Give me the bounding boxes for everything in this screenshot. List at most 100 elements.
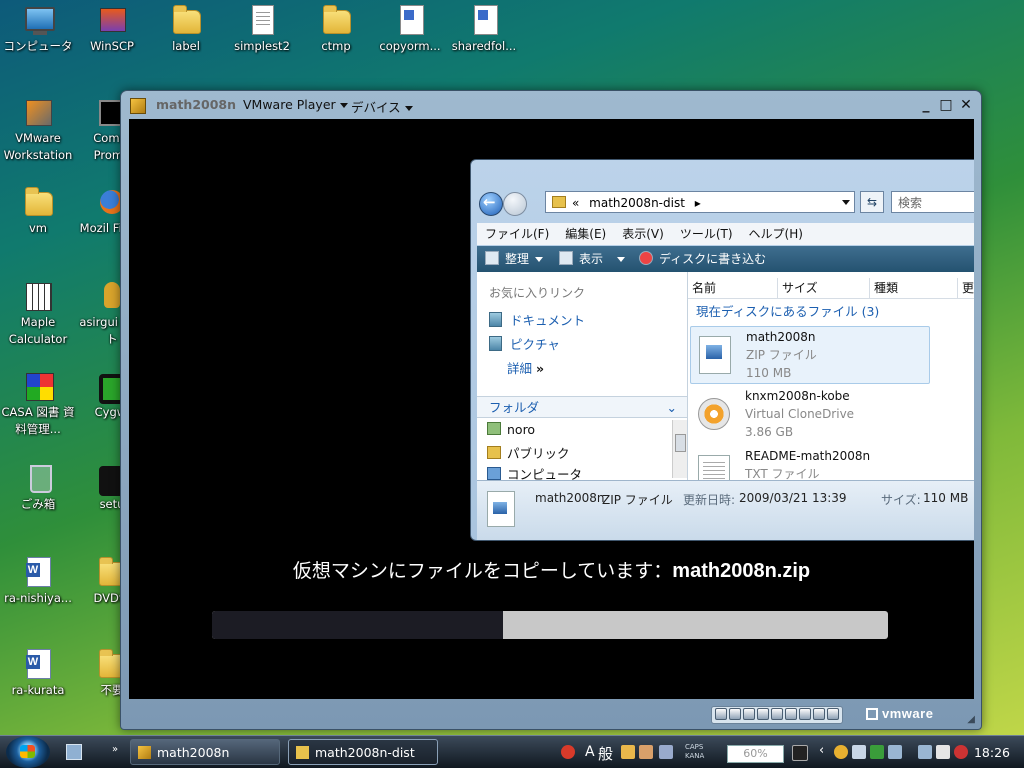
vmware-app-icon — [130, 98, 146, 114]
desktop-icon-ra-nishiya[interactable]: ra-nishiya... — [0, 556, 76, 607]
vmware-player-menu[interactable]: VMware Player — [243, 97, 348, 112]
menu-tools[interactable]: ツール(T) — [672, 223, 741, 245]
usb-icon[interactable] — [785, 708, 797, 720]
favorite-label: ピクチャ — [510, 337, 560, 352]
network-icon[interactable] — [918, 745, 932, 759]
floppy-icon[interactable] — [757, 708, 769, 720]
vm-screen[interactable]: « math2008n-dist ▸ ⇆ 検索 ファイル(F) 編集(E) 表示… — [129, 119, 974, 699]
display-icon[interactable] — [852, 745, 866, 759]
burn-disc-icon — [639, 251, 653, 265]
devices-menu[interactable]: デバイス — [351, 97, 413, 116]
desktop-icon-ctmp[interactable]: ctmp — [298, 4, 374, 55]
title-bar[interactable]: math2008n VMware Player デバイス _ □ ✕ — [121, 91, 981, 119]
device-icon[interactable] — [936, 745, 950, 759]
file-item[interactable]: knxm2008n-kobe Virtual CloneDrive 3.86 G… — [690, 386, 928, 442]
burn-button[interactable]: ディスクに書き込む — [639, 246, 766, 272]
desktop-icon-copyorm[interactable]: copyorm... — [372, 4, 448, 55]
help-icon[interactable] — [659, 745, 673, 759]
cd-icon[interactable] — [743, 708, 755, 720]
desktop-icon-computer[interactable]: コンピュータ — [0, 4, 76, 55]
zip-file-icon — [699, 336, 731, 374]
scrollbar[interactable] — [672, 420, 687, 478]
chevron-left-icon[interactable]: ‹ — [819, 743, 824, 758]
ime-kanji-mode[interactable]: 般 — [598, 743, 613, 764]
desktop-icon-casa[interactable]: CASA 図書 資料管理... — [0, 370, 76, 438]
quick-launch-overflow-icon[interactable]: » — [112, 744, 118, 755]
caps-label: CAPS — [685, 743, 704, 751]
views-button[interactable]: 表示 — [559, 246, 626, 272]
sound-icon[interactable] — [799, 708, 811, 720]
computer-icon — [22, 4, 55, 36]
column-modified[interactable]: 更新日時 — [958, 278, 974, 298]
back-button[interactable] — [479, 192, 503, 216]
network-icon[interactable] — [715, 708, 727, 720]
update-icon[interactable] — [870, 745, 884, 759]
desktop-icon-sharedfol[interactable]: sharedfol... — [446, 4, 522, 55]
desktop-icon-recycle-bin[interactable]: ごみ箱 — [0, 462, 76, 513]
chevron-down-icon — [617, 257, 626, 262]
search-input[interactable]: 検索 — [891, 191, 974, 213]
network-icon[interactable] — [729, 708, 741, 720]
power-plug-icon[interactable] — [792, 745, 808, 761]
message-icon[interactable] — [827, 708, 839, 720]
start-button[interactable] — [6, 736, 50, 768]
file-item[interactable]: README-math2008n TXT ファイル — [690, 446, 928, 480]
network-status-icon[interactable] — [888, 745, 902, 759]
desktop-icon-label: copyorm... — [379, 39, 441, 53]
desktop-icon-ra-kurata[interactable]: ra-kurata — [0, 648, 76, 699]
volume-muted-icon[interactable] — [954, 745, 968, 759]
resize-grip-icon[interactable]: ◢ — [967, 714, 975, 725]
calculator-icon — [22, 280, 54, 312]
vmware-app-icon — [138, 746, 151, 759]
copy-filename: math2008n.zip — [672, 560, 811, 582]
usb-icon[interactable] — [771, 708, 783, 720]
column-name[interactable]: 名前 — [688, 278, 778, 298]
taskbar-button-vmware[interactable]: math2008n — [130, 739, 280, 765]
group-header[interactable]: 現在ディスクにあるファイル (3) — [696, 301, 879, 320]
minimize-button[interactable]: _ — [918, 97, 934, 113]
folder-icon — [552, 196, 566, 208]
ime-tools-icon[interactable] — [639, 745, 653, 759]
favorite-pictures[interactable]: ピクチャ — [489, 334, 560, 353]
folders-header[interactable]: フォルダ ⌄ — [477, 396, 687, 418]
taskbar-button-explorer[interactable]: math2008n-dist — [288, 739, 438, 765]
menu-edit[interactable]: 編集(E) — [557, 223, 614, 245]
column-size[interactable]: サイズ — [778, 278, 870, 298]
window-title: math2008n — [156, 97, 237, 112]
desktop-icon-maple-calculator[interactable]: Maple Calculator — [0, 280, 76, 348]
show-desktop-icon[interactable] — [66, 744, 82, 760]
desktop-icon-winscp[interactable]: WinSCP — [74, 4, 150, 55]
desktop-icon-vm[interactable]: vm — [0, 186, 76, 237]
desktop-icon-simplest2[interactable]: simplest2 — [224, 4, 300, 55]
ime-mode[interactable]: A — [585, 744, 595, 760]
maximize-button[interactable]: □ — [938, 97, 954, 113]
close-button[interactable]: ✕ — [958, 97, 974, 113]
column-type[interactable]: 種類 — [870, 278, 958, 298]
file-item[interactable]: math2008n ZIP ファイル 110 MB — [690, 326, 930, 384]
menu-file[interactable]: ファイル(F) — [477, 223, 557, 245]
details-modified-label: 更新日時: — [683, 493, 736, 507]
refresh-button[interactable]: ⇆ — [860, 191, 884, 213]
disc-image-icon — [698, 398, 730, 430]
forward-button[interactable] — [503, 192, 527, 216]
desktop-icon-label: VMware Workstation — [3, 131, 73, 162]
printer-icon[interactable] — [813, 708, 825, 720]
clock[interactable]: 18:26 — [974, 745, 1010, 760]
menu-view[interactable]: 表示(V) — [614, 223, 672, 245]
ime-pad-icon[interactable] — [621, 745, 635, 759]
tree-item-noro[interactable]: noro — [487, 422, 535, 437]
desktop-icon-vmware-workstation[interactable]: VMware Workstation — [0, 96, 76, 164]
desktop-icon-label-folder[interactable]: label — [148, 4, 224, 55]
more-link[interactable]: 詳細 » — [507, 358, 544, 377]
tree-item-public[interactable]: パブリック — [487, 443, 570, 462]
scrollbar-thumb[interactable] — [675, 434, 686, 452]
chevron-down-icon[interactable] — [842, 200, 850, 205]
organize-button[interactable]: 整理 — [485, 246, 544, 272]
language-bar-icon[interactable] — [561, 745, 575, 759]
menu-bar: ファイル(F) 編集(E) 表示(V) ツール(T) ヘルプ(H) — [477, 223, 974, 245]
address-bar[interactable]: « math2008n-dist ▸ — [545, 191, 855, 213]
security-icon[interactable] — [834, 745, 848, 759]
menu-help[interactable]: ヘルプ(H) — [741, 223, 811, 245]
zoom-level[interactable]: 60% — [727, 745, 784, 763]
favorite-documents[interactable]: ドキュメント — [489, 310, 585, 329]
